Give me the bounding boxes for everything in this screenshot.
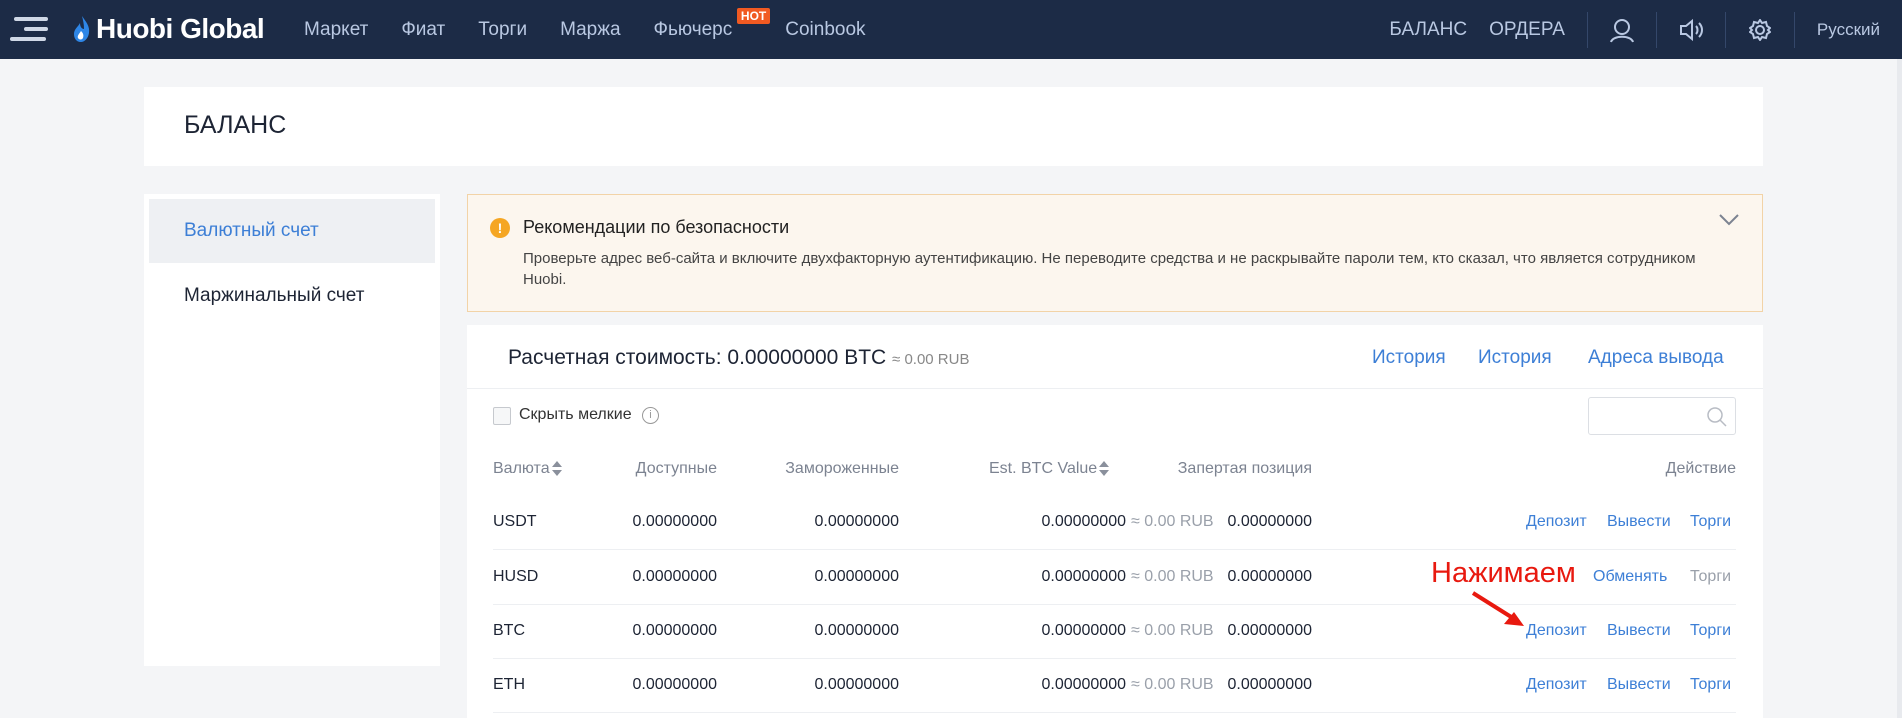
annotation-label: Нажимаем <box>1431 557 1576 589</box>
nav-margin[interactable]: Маржа <box>560 19 620 41</box>
info-icon[interactable]: i <box>642 407 659 424</box>
hide-small-checkbox[interactable] <box>493 407 511 425</box>
cell-currency: ETH <box>493 676 525 693</box>
exchange-link[interactable]: Обменять <box>1593 568 1667 586</box>
withdraw-link[interactable]: Вывести <box>1607 676 1671 694</box>
nav-right: БАЛАНС ОРДЕРА Русский <box>1389 0 1902 59</box>
hot-badge: HOT <box>736 7 771 24</box>
withdraw-link[interactable]: Вывести <box>1607 622 1671 640</box>
orders-link[interactable]: ОРДЕРА <box>1489 19 1565 41</box>
user-icon[interactable] <box>1588 0 1656 59</box>
header-locked: Запертая позиция <box>1177 460 1312 477</box>
table-row: ETH 0.00000000 0.00000000 0.00000000 ≈ 0… <box>493 659 1736 713</box>
hide-small-label: Скрыть мелкие <box>519 406 632 423</box>
language-select[interactable]: Русский <box>1795 20 1902 40</box>
sidebar-item-margin-account[interactable]: Маржинальный счет <box>149 264 435 328</box>
deposit-link[interactable]: Депозит <box>1526 622 1587 640</box>
deposit-link[interactable]: Депозит <box>1526 676 1587 694</box>
nav-coinbook[interactable]: Coinbook <box>785 19 865 41</box>
trade-link[interactable]: Торги <box>1690 513 1731 531</box>
header-action: Действие <box>1665 460 1736 477</box>
nav-futures[interactable]: Фьючерс HOT <box>653 7 771 41</box>
chevron-down-icon[interactable] <box>1718 213 1740 232</box>
divider <box>467 388 1763 389</box>
gear-icon[interactable] <box>1726 0 1794 59</box>
cell-available: 0.00000000 <box>632 568 717 585</box>
trade-link[interactable]: Торги <box>1690 676 1731 694</box>
estimated-value-rub: ≈ 0.00 RUB <box>892 351 970 368</box>
history-link-2[interactable]: История <box>1478 347 1552 369</box>
header-frozen: Замороженные <box>785 460 899 477</box>
annotation-arrow-icon <box>1471 591 1524 626</box>
warning-icon: ! <box>490 218 510 238</box>
alert-title: Рекомендации по безопасности <box>523 217 790 237</box>
security-alert: ! Рекомендации по безопасности Проверьте… <box>467 194 1763 312</box>
cell-currency: BTC <box>493 622 525 639</box>
speaker-icon[interactable] <box>1657 0 1725 59</box>
cell-locked: 0.00000000 <box>1227 568 1312 585</box>
header-currency[interactable]: Валюта <box>493 460 562 478</box>
balance-link[interactable]: БАЛАНС <box>1389 19 1467 41</box>
cell-locked: 0.00000000 <box>1227 676 1312 693</box>
page-header: БАЛАНС <box>144 87 1763 166</box>
logo[interactable]: Huobi Global <box>72 10 265 48</box>
cell-frozen: 0.00000000 <box>814 676 899 693</box>
cell-available: 0.00000000 <box>632 513 717 530</box>
trade-link[interactable]: Торги <box>1690 622 1731 640</box>
menu-icon[interactable] <box>10 17 48 41</box>
sort-icon[interactable] <box>551 460 562 477</box>
cell-locked: 0.00000000 <box>1227 622 1312 639</box>
sidebar-item-exchange-account[interactable]: Валютный счет <box>149 199 435 263</box>
alert-body: Проверьте адрес веб-сайта и включите дву… <box>523 250 1696 288</box>
cell-available: 0.00000000 <box>632 622 717 639</box>
cell-frozen: 0.00000000 <box>814 513 899 530</box>
cell-locked: 0.00000000 <box>1227 513 1312 530</box>
main-nav: Маркет Фиат Торги Маржа Фьючерс HOT Coinb… <box>304 0 899 59</box>
nav-fiat[interactable]: Фиат <box>401 19 445 41</box>
header-currency-label: Валюта <box>493 460 550 477</box>
cell-available: 0.00000000 <box>632 676 717 693</box>
cell-frozen: 0.00000000 <box>814 622 899 639</box>
page-title: БАЛАНС <box>184 111 287 139</box>
estimated-value-btc: Расчетная стоимость: 0.00000000 BTC <box>508 346 887 369</box>
cell-frozen: 0.00000000 <box>814 568 899 585</box>
withdraw-addresses-link[interactable]: Адреса вывода <box>1588 347 1724 369</box>
withdraw-link[interactable]: Вывести <box>1607 513 1671 531</box>
history-link-1[interactable]: История <box>1372 347 1446 369</box>
search-input[interactable] <box>1588 397 1736 435</box>
table-row: USDT 0.00000000 0.00000000 0.00000000 ≈ … <box>493 496 1736 550</box>
estimated-value: Расчетная стоимость: 0.00000000 BTC ≈ 0.… <box>508 346 969 370</box>
nav-market[interactable]: Маркет <box>304 19 368 41</box>
nav-futures-label: Фьючерс <box>653 18 733 40</box>
top-navbar: Huobi Global Маркет Фиат Торги Маржа Фью… <box>0 0 1902 59</box>
table-row: BTC 0.00000000 0.00000000 0.00000000 ≈ 0… <box>493 605 1736 659</box>
sidebar: Валютный счет Маржинальный счет <box>144 194 440 666</box>
balance-panel: Расчетная стоимость: 0.00000000 BTC ≈ 0.… <box>467 325 1763 718</box>
header-available: Доступные <box>635 460 717 477</box>
trade-link[interactable]: Торги <box>1690 568 1731 586</box>
search-icon <box>1707 407 1727 427</box>
cell-currency: HUSD <box>493 568 539 585</box>
nav-trade[interactable]: Торги <box>478 19 527 41</box>
deposit-link[interactable]: Депозит <box>1526 513 1587 531</box>
scrollbar[interactable] <box>1897 59 1902 718</box>
logo-text: Huobi Global <box>96 13 265 44</box>
cell-currency: USDT <box>493 513 537 530</box>
flame-icon <box>74 16 90 42</box>
